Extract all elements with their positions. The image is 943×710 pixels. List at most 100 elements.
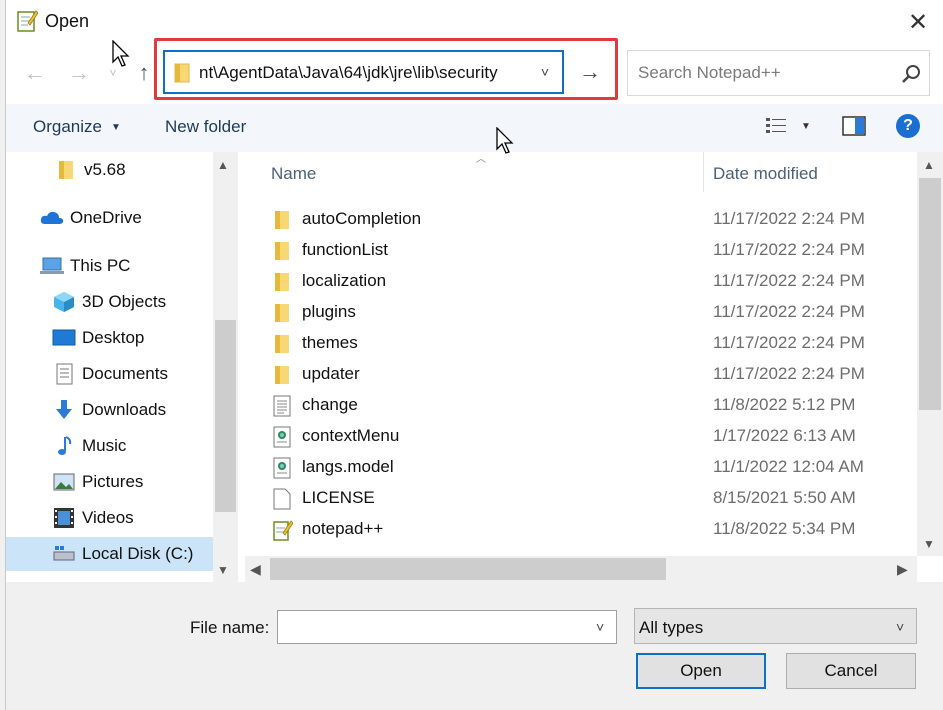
file-row[interactable]: plugins 11/17/2022 2:24 PM [245,297,917,328]
file-row[interactable]: notepad++ 11/8/2022 5:34 PM [245,514,917,545]
file-row[interactable]: localization 11/17/2022 2:24 PM [245,266,917,297]
navigation-pane: v5.68 OneDrive This PC 3D Objects Deskto… [6,152,238,582]
preview-pane-button[interactable] [842,116,866,136]
file-name: themes [302,333,358,352]
file-row[interactable]: change 11/8/2022 5:12 PM [245,390,917,421]
scroll-down-icon[interactable]: ▼ [923,537,935,551]
sidebar-item-music[interactable]: Music [52,429,126,463]
cancel-button[interactable]: Cancel [786,653,916,689]
file-date-modified: 1/17/2022 6:13 AM [713,426,856,445]
xml-file-icon [273,457,293,479]
file-name-input[interactable] [284,617,584,637]
sidebar-item-3d-objects[interactable]: 3D Objects [52,285,166,319]
chevron-down-icon[interactable]: ˅ [596,619,604,635]
file-date-modified: 11/1/2022 12:04 AM [713,457,864,476]
file-name: plugins [302,302,356,321]
sidebar-item-pictures[interactable]: Pictures [52,465,143,499]
cube-icon [52,291,76,313]
sidebar-item-label: Music [82,436,127,455]
sidebar-item-label: This PC [70,256,131,275]
help-icon: ? [903,117,913,134]
sidebar-item-label: Downloads [82,400,167,419]
sidebar-item-label: Videos [82,508,134,527]
file-name-combobox[interactable] [277,610,617,644]
column-separator[interactable] [703,152,704,192]
file-row[interactable]: themes 11/17/2022 2:24 PM [245,328,917,359]
file-name: notepad++ [302,519,384,538]
column-header-name[interactable]: Name [271,164,316,184]
view-options-button[interactable] [765,116,787,136]
sidebar-item-videos[interactable]: Videos [52,501,134,535]
sidebar-item-documents[interactable]: Documents [52,357,168,391]
scroll-left-icon[interactable]: ◀ [250,561,261,578]
music-note-icon [52,435,76,457]
file-date-modified: 11/8/2022 5:34 PM [713,519,856,538]
close-button[interactable]: ✕ [900,6,936,38]
address-bar[interactable]: nt\AgentData\Java\64\jdk\jre\lib\securit… [163,50,564,94]
sidebar-item-v5-68[interactable]: v5.68 [54,153,126,187]
sidebar-item-label: Local Disk (C:) [82,544,194,563]
file-type-value: All types [639,618,704,637]
folder-icon [273,302,293,324]
forward-button[interactable]: → [64,58,94,88]
file-name: change [302,395,358,414]
scroll-right-icon[interactable]: ▶ [897,561,908,578]
organize-button[interactable]: Organize [33,117,102,137]
file-row[interactable]: autoCompletion 11/17/2022 2:24 PM [245,204,917,235]
help-button[interactable]: ? [896,114,920,138]
search-input[interactable] [638,61,888,85]
navigation-scroll-thumb[interactable] [215,320,236,512]
horizontal-scroll-thumb[interactable] [270,558,666,580]
sort-indicator-icon: ︿ [476,154,486,165]
documents-icon [52,363,76,385]
folder-icon [273,364,293,386]
file-name: functionList [302,240,388,259]
sidebar-item-downloads[interactable]: Downloads [52,393,166,427]
back-button[interactable]: ← [20,58,50,88]
back-arrow-icon: ← [24,60,46,85]
go-arrow-icon: → [579,59,601,84]
pictures-icon [52,471,76,493]
file-date-modified: 11/17/2022 2:24 PM [713,364,865,383]
scroll-up-icon[interactable]: ▲ [923,158,935,172]
search-box[interactable] [627,50,930,96]
file-name-label: File name: [190,618,270,637]
chevron-down-icon[interactable]: ˅ [896,619,904,635]
search-icon[interactable] [900,63,922,85]
new-folder-button[interactable]: New folder [165,117,246,137]
folder-icon [273,240,293,262]
text-file-icon [273,395,293,417]
go-button[interactable]: → [575,56,605,88]
sidebar-item-onedrive[interactable]: OneDrive [40,201,142,235]
sidebar-item-desktop[interactable]: Desktop [52,321,144,355]
file-date-modified: 11/17/2022 2:24 PM [713,333,865,352]
file-list-scroll-thumb[interactable] [919,178,941,410]
sidebar-item-label: 3D Objects [82,292,167,311]
folder-icon [54,159,78,181]
file-date-modified: 11/17/2022 2:24 PM [713,209,865,228]
window-title: Open [45,11,90,31]
recent-locations-button[interactable]: ˅ [104,62,122,84]
up-arrow-icon: ↑ [138,60,150,85]
file-row[interactable]: contextMenu 1/17/2022 6:13 AM [245,421,917,452]
file-row[interactable]: functionList 11/17/2022 2:24 PM [245,235,917,266]
file-name: localization [302,271,387,290]
address-dropdown-button[interactable]: ˅ [535,62,555,82]
open-button[interactable]: Open [636,653,766,689]
close-icon: ✕ [907,8,929,36]
file-row[interactable]: langs.model 11/1/2022 12:04 AM [245,452,917,483]
scroll-down-icon[interactable]: ▼ [217,563,229,577]
file-date-modified: 11/17/2022 2:24 PM [713,271,865,290]
column-header-date-modified[interactable]: Date modified [713,164,818,184]
file-date-modified: 8/15/2021 5:50 AM [713,488,856,507]
file-row[interactable]: updater 11/17/2022 2:24 PM [245,359,917,390]
caret-down-icon[interactable]: ▼ [801,121,811,132]
computer-icon [40,255,64,277]
file-row[interactable]: LICENSE 8/15/2021 5:50 AM [245,483,917,514]
scroll-up-icon[interactable]: ▲ [217,158,229,172]
folder-icon [173,62,191,89]
sidebar-item-local-disk[interactable]: Local Disk (C:) [6,537,213,571]
file-name: LICENSE [302,488,375,507]
sidebar-item-this-pc[interactable]: This PC [40,249,130,283]
xml-file-icon [273,426,293,448]
